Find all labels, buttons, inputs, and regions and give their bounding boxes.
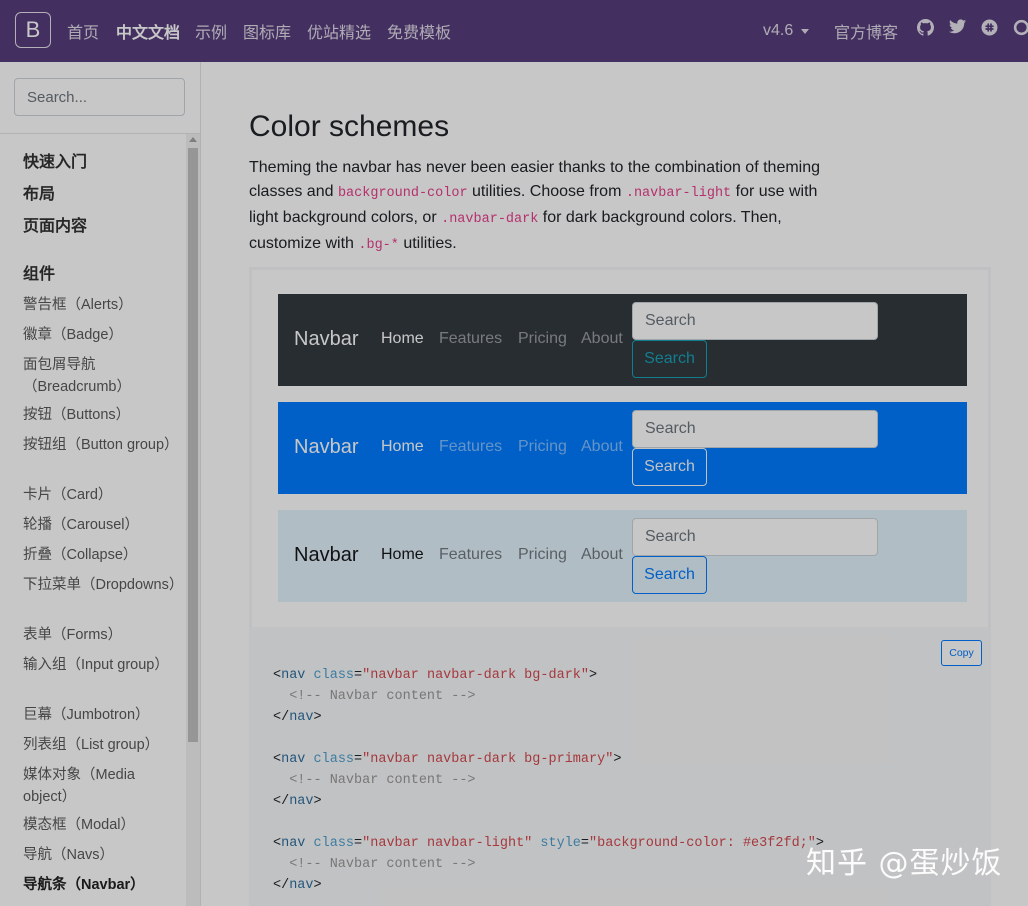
navbar-link-features[interactable]: Features	[439, 546, 502, 564]
sidebar-item[interactable]: 模态框（Modal）	[23, 814, 183, 836]
navbar-link-features[interactable]: Features	[439, 438, 502, 456]
navbar-search-input[interactable]	[632, 410, 878, 448]
code-attr: class	[313, 668, 355, 683]
navbar-search-button[interactable]: Search	[632, 448, 707, 486]
sidebar-item[interactable]: 表单（Forms）	[23, 624, 183, 646]
section-title: Color schemes	[249, 110, 450, 143]
sidebar-item[interactable]: 媒体对象（Media object）	[23, 764, 183, 808]
sidebar-item[interactable]: 按钮（Buttons）	[23, 404, 183, 426]
navbar-search-button[interactable]: Search	[632, 556, 707, 594]
sidebar-item[interactable]: 徽章（Badge）	[23, 324, 183, 346]
caret-down-icon	[801, 28, 810, 34]
bootstrap-logo[interactable]: B	[15, 12, 51, 48]
code-value: "background-color: #e3f2fd;"	[589, 836, 816, 851]
version-label: v4.6	[763, 22, 794, 39]
navbar-link-about[interactable]: About	[581, 546, 623, 564]
code-line: <nav class="navbar navbar-dark bg-dark">	[273, 668, 598, 683]
sidebar-section-header[interactable]: 布局	[23, 184, 183, 206]
sidebar-section-header[interactable]: 组件	[23, 264, 183, 286]
nav-link-blog[interactable]: 官方博客	[834, 0, 898, 62]
nav-link-icons[interactable]: 图标库	[243, 0, 291, 62]
github-icon[interactable]	[916, 19, 934, 37]
sidebar-item[interactable]: 巨幕（Jumbotron）	[23, 704, 183, 726]
code-value: "navbar navbar-light"	[362, 836, 533, 851]
sidebar-item[interactable]: 下拉菜单（Dropdowns）	[23, 574, 183, 596]
code-attr: class	[313, 836, 355, 851]
sidebar-item[interactable]: 面包屑导航（Breadcrumb）	[23, 354, 183, 398]
sidebar-section-header[interactable]: 页面内容	[23, 216, 183, 238]
navbar-link-home[interactable]: Home	[381, 330, 424, 348]
slack-icon[interactable]	[980, 19, 998, 37]
nav-link-home[interactable]: 首页	[67, 0, 99, 62]
navbar-search-button[interactable]: Search	[632, 340, 707, 378]
navbar-example-box: Navbar Home Features Pricing About Searc…	[249, 267, 991, 627]
code-value: "navbar navbar-dark bg-dark"	[362, 668, 589, 683]
sidebar-search-wrap	[0, 62, 200, 134]
code-navbar-dark: .navbar-dark	[441, 212, 539, 227]
code-value: "navbar navbar-dark bg-primary"	[362, 752, 614, 767]
sidebar-item[interactable]: 警告框（Alerts）	[23, 294, 183, 316]
navbar-brand[interactable]: Navbar	[294, 328, 358, 351]
twitter-icon[interactable]	[948, 19, 966, 37]
nav-link-docs[interactable]: 中文文档	[116, 0, 180, 62]
nav-link-examples[interactable]: 示例	[195, 0, 227, 62]
copy-button[interactable]: Copy	[941, 640, 982, 666]
sidebar-item[interactable]: 轮播（Carousel）	[23, 514, 183, 536]
navbar-link-home[interactable]: Home	[381, 438, 424, 456]
scroll-up-arrow-icon[interactable]	[189, 137, 197, 142]
navbar-light-example: Navbar Home Features Pricing About Searc…	[278, 510, 967, 602]
code-navbar-light: .navbar-light	[625, 186, 732, 201]
navbar-search-input[interactable]	[632, 302, 878, 340]
sidebar-section-header[interactable]: 快速入门	[23, 152, 183, 174]
navbar-link-pricing[interactable]: Pricing	[518, 438, 567, 456]
sidebar-item[interactable]: 导航条（Navbar）	[23, 874, 183, 896]
navbar-link-pricing[interactable]: Pricing	[518, 330, 567, 348]
docs-sidebar: 快速入门布局页面内容组件警告框（Alerts） 徽章（Badge） 面包屑导航（Br…	[0, 62, 201, 906]
code-bg-utility: .bg-*	[358, 238, 399, 253]
navbar-search-input[interactable]	[632, 518, 878, 556]
sidebar-item[interactable]: 导航（Navs）	[23, 844, 183, 866]
code-tag: nav	[289, 878, 314, 893]
top-navbar: B 首页 中文文档 示例 图标库 优站精选 免费模板 v4.6 官方博客	[0, 0, 1028, 62]
navbar-link-about[interactable]: About	[581, 438, 623, 456]
code-block: <nav class="navbar navbar-dark bg-dark">…	[273, 668, 824, 893]
nav-link-featured[interactable]: 优站精选	[307, 0, 371, 62]
code-tag: nav	[281, 836, 306, 851]
code-comment: <!-- Navbar content -->	[289, 689, 476, 704]
desc-text-5: utilities.	[398, 235, 457, 252]
navbar-link-features[interactable]: Features	[439, 330, 502, 348]
code-tag: nav	[281, 668, 306, 683]
sidebar-search-input[interactable]	[14, 78, 185, 116]
code-comment: <!-- Navbar content -->	[289, 857, 476, 872]
main-content: Color schemes Theming the navbar has nev…	[201, 62, 1028, 906]
sidebar-scrollbar-thumb[interactable]	[188, 148, 198, 742]
code-tag: nav	[289, 794, 314, 809]
desc-text-2: utilities. Choose from	[467, 183, 626, 200]
navbar-link-about[interactable]: About	[581, 330, 623, 348]
navbar-link-pricing[interactable]: Pricing	[518, 546, 567, 564]
brand-letter: B	[25, 17, 41, 42]
navbar-primary-example: Navbar Home Features Pricing About Searc…	[278, 402, 967, 494]
sidebar-item[interactable]: 折叠（Collapse）	[23, 544, 183, 566]
sidebar-item[interactable]: 列表组（List group）	[23, 734, 183, 756]
code-attr: class	[313, 752, 355, 767]
sidebar-item[interactable]: 卡片（Card）	[23, 484, 183, 506]
navbar-link-home[interactable]: Home	[381, 546, 424, 564]
sidebar-item[interactable]: 输入组（Input group）	[23, 654, 183, 676]
code-attr: style	[540, 836, 581, 851]
version-dropdown[interactable]: v4.6	[763, 0, 810, 62]
code-comment: <!-- Navbar content -->	[289, 773, 476, 788]
navbar-dark-example: Navbar Home Features Pricing About Searc…	[278, 294, 967, 386]
code-tag: nav	[289, 710, 314, 725]
code-tag: nav	[281, 752, 306, 767]
opencollective-icon[interactable]	[1012, 19, 1028, 37]
navbar-brand[interactable]: Navbar	[294, 544, 358, 567]
watermark-text: 知乎 @蛋炒饭	[806, 846, 1003, 881]
section-description: Theming the navbar has never been easier…	[249, 156, 829, 258]
nav-link-templates[interactable]: 免费模板	[387, 0, 451, 62]
navbar-brand[interactable]: Navbar	[294, 436, 358, 459]
sidebar-item[interactable]: 按钮组（Button group）	[23, 434, 183, 456]
code-background-color: background-color	[337, 186, 468, 201]
